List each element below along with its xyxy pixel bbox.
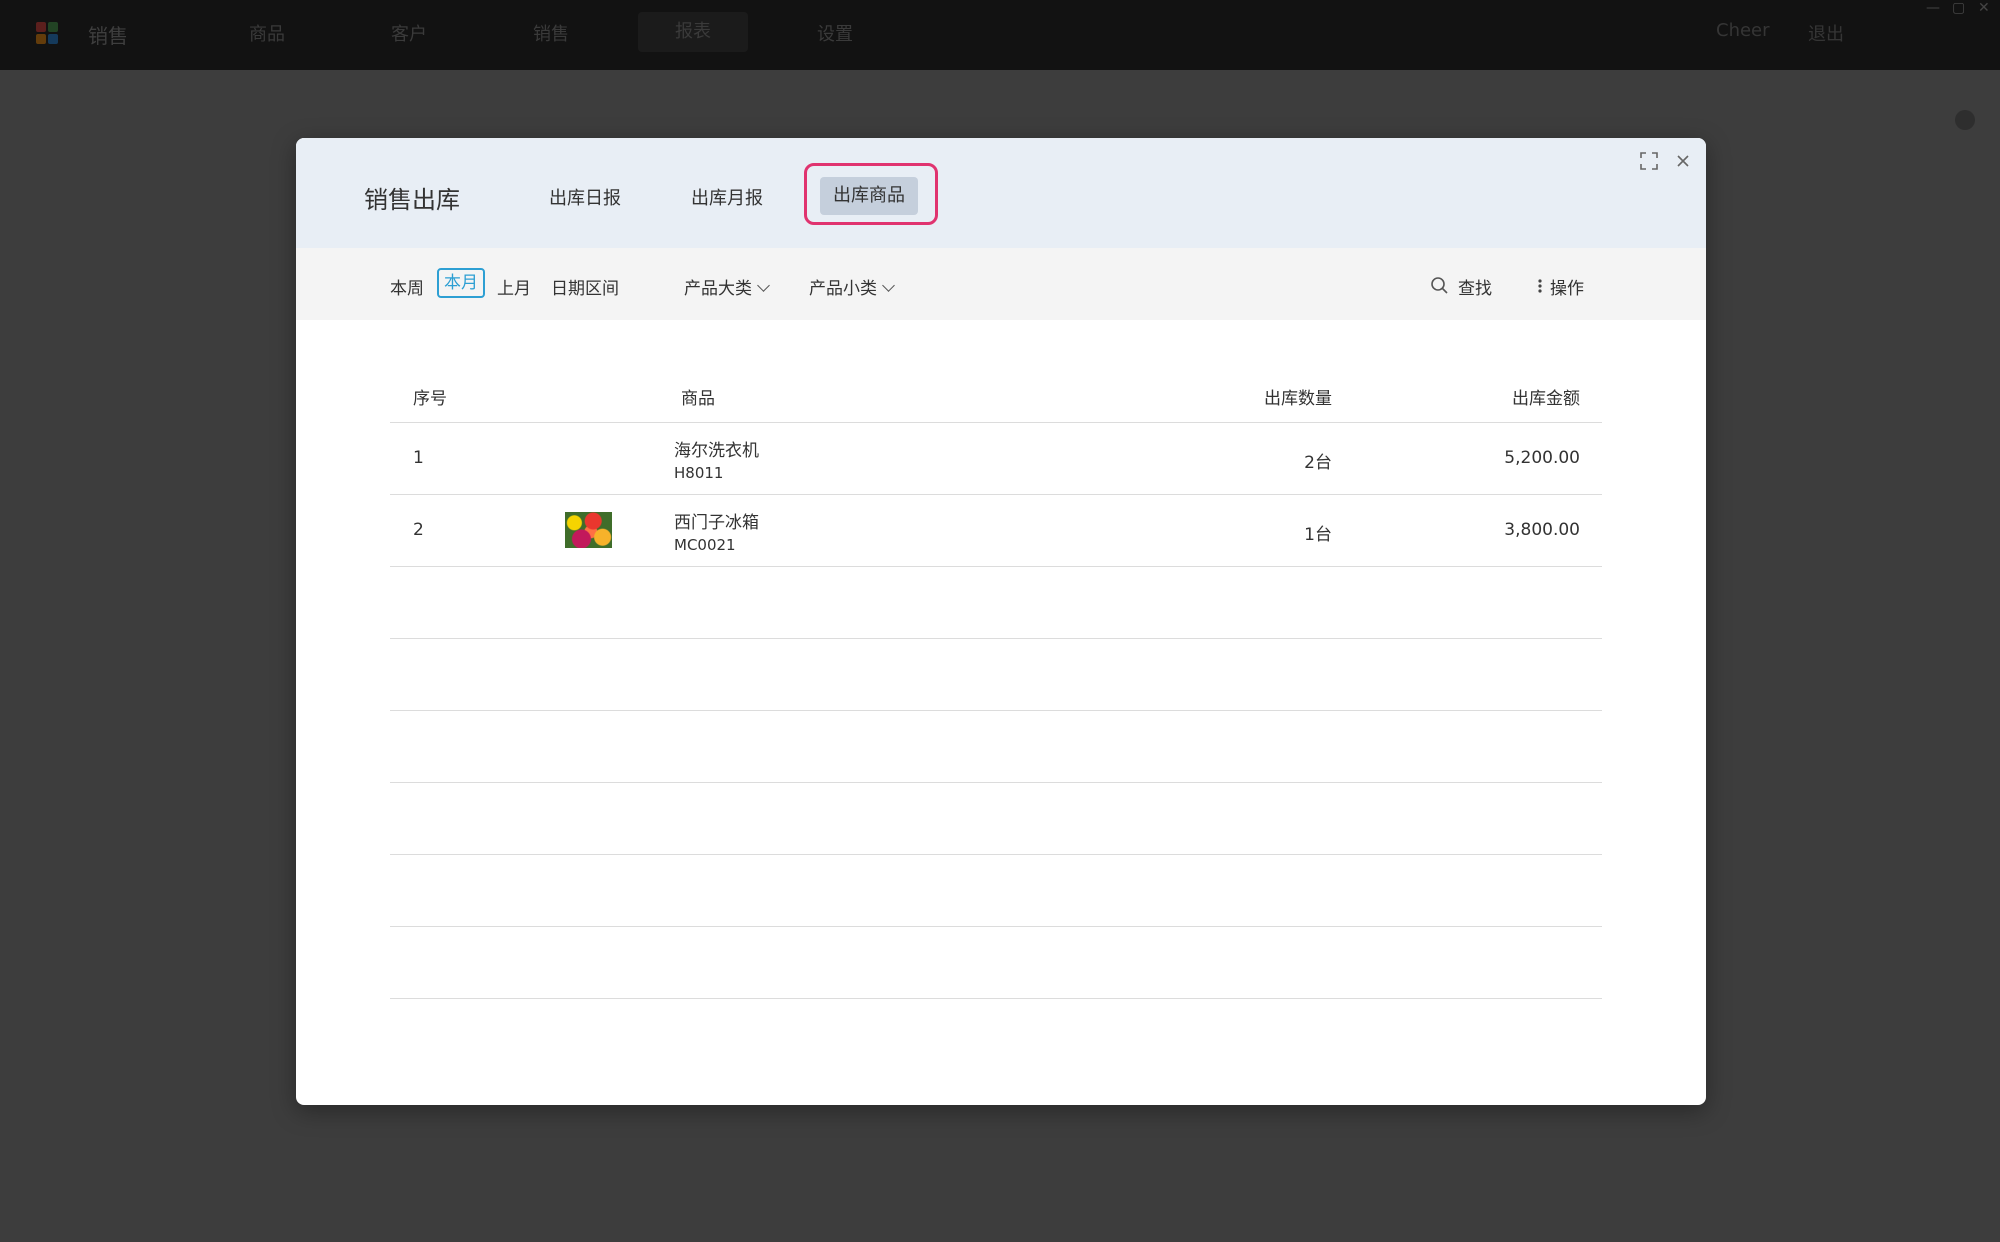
filter-date-range[interactable]: 日期区间 <box>551 274 619 299</box>
column-index: 序号 <box>413 389 447 409</box>
category-major-label: 产品大类 <box>684 279 752 299</box>
empty-row <box>390 783 1602 855</box>
column-product: 商品 <box>681 389 715 409</box>
row-index: 1 <box>413 448 424 468</box>
sales-outbound-modal: 销售出库 出库日报 出库月报 出库商品 本周 本月 上月 日期区间 产品大类 产… <box>296 138 1706 1105</box>
close-icon[interactable] <box>1672 150 1694 172</box>
tab-daily-report[interactable]: 出库日报 <box>549 184 621 210</box>
tab-highlight-frame: 出库商品 <box>804 163 938 225</box>
window-maximize-icon[interactable]: ▢ <box>1952 0 1965 16</box>
user-name[interactable]: Cheer <box>1716 20 1770 41</box>
modal-header: 销售出库 出库日报 出库月报 出库商品 <box>296 138 1706 248</box>
filter-last-month[interactable]: 上月 <box>497 274 531 299</box>
empty-row <box>390 855 1602 927</box>
table-header: 序号 商品 出库数量 出库金额 <box>390 366 1602 423</box>
column-quantity: 出库数量 <box>1264 389 1332 409</box>
window-close-icon[interactable]: ✕ <box>1978 0 1990 16</box>
empty-row <box>390 711 1602 783</box>
search-icon <box>1431 277 1448 294</box>
filter-bar: 本周 本月 上月 日期区间 产品大类 产品小类 查找 操作 <box>296 248 1706 320</box>
window-minimize-icon[interactable]: — <box>1926 0 1940 16</box>
product-amount: 3,800.00 <box>1504 520 1580 540</box>
notification-dot-icon <box>1955 110 1975 130</box>
filter-this-week[interactable]: 本周 <box>390 274 424 299</box>
product-code: H8011 <box>674 464 724 482</box>
actions-menu-button[interactable]: 操作 <box>1536 274 1584 299</box>
category-major-dropdown[interactable]: 产品大类 <box>684 274 770 299</box>
search-label: 查找 <box>1458 279 1492 299</box>
outbound-products-table: 序号 商品 出库数量 出库金额 1 海尔洗衣机 H8011 2台 5,200.0… <box>390 366 1602 999</box>
empty-row <box>390 639 1602 711</box>
product-name: 海尔洗衣机 <box>674 441 759 461</box>
tab-outbound-products[interactable]: 出库商品 <box>820 177 918 215</box>
empty-row <box>390 927 1602 999</box>
product-name: 西门子冰箱 <box>674 513 759 533</box>
column-amount: 出库金额 <box>1512 389 1580 409</box>
row-index: 2 <box>413 520 424 540</box>
product-thumbnail <box>565 512 612 548</box>
app-logo-icon <box>36 22 60 46</box>
nav-item-reports[interactable]: 报表 <box>638 12 748 52</box>
product-code: MC0021 <box>674 536 736 554</box>
fullscreen-icon[interactable] <box>1638 150 1660 172</box>
empty-row <box>390 567 1602 639</box>
chevron-down-icon <box>882 279 895 292</box>
search-button[interactable]: 查找 <box>1430 274 1492 299</box>
table-row[interactable]: 1 海尔洗衣机 H8011 2台 5,200.00 <box>390 423 1602 495</box>
chevron-down-icon <box>757 279 770 292</box>
nav-item-products[interactable]: 商品 <box>212 20 322 46</box>
more-vertical-icon <box>1538 279 1542 293</box>
nav-item-sales[interactable]: 销售 <box>496 20 606 46</box>
modal-title: 销售出库 <box>364 186 460 214</box>
filter-this-month[interactable]: 本月 <box>437 268 485 298</box>
logout-link[interactable]: 退出 <box>1808 20 1844 46</box>
app-name: 销售 <box>88 24 128 48</box>
app-top-bar: 销售 商品 客户 销售 报表 设置 Cheer 退出 — ▢ ✕ <box>0 0 2000 70</box>
product-quantity: 1台 <box>1304 525 1332 545</box>
category-minor-dropdown[interactable]: 产品小类 <box>809 274 895 299</box>
table-row[interactable]: 2 西门子冰箱 MC0021 1台 3,800.00 <box>390 495 1602 567</box>
nav-item-settings[interactable]: 设置 <box>780 20 890 46</box>
product-amount: 5,200.00 <box>1504 448 1580 468</box>
product-quantity: 2台 <box>1304 453 1332 473</box>
category-minor-label: 产品小类 <box>809 279 877 299</box>
nav-item-customers[interactable]: 客户 <box>354 20 464 46</box>
tab-monthly-report[interactable]: 出库月报 <box>691 184 763 210</box>
actions-label: 操作 <box>1550 279 1584 299</box>
